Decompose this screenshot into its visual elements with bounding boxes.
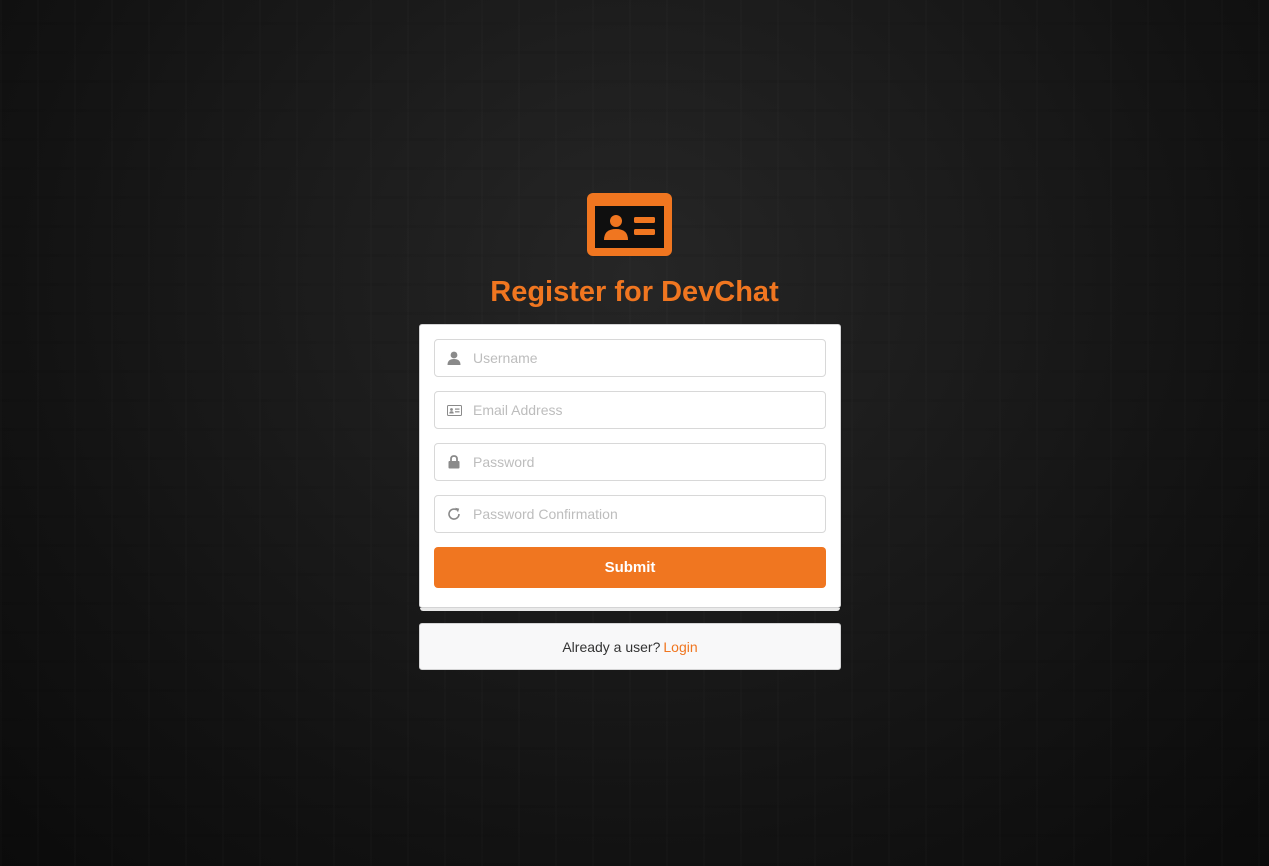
submit-button[interactable]: Submit: [434, 547, 826, 588]
username-input[interactable]: [473, 350, 813, 366]
email-field[interactable]: [434, 391, 826, 429]
password-field[interactable]: [434, 443, 826, 481]
password-confirmation-input[interactable]: [473, 506, 813, 522]
email-input[interactable]: [473, 402, 813, 418]
lock-icon: [435, 444, 473, 480]
id-badge-icon: [435, 392, 473, 428]
id-card-icon: [587, 193, 672, 256]
user-icon: [435, 340, 473, 376]
password-confirmation-field[interactable]: [434, 495, 826, 533]
refresh-icon: [435, 496, 473, 532]
login-message-text: Already a user?: [562, 638, 661, 655]
password-input[interactable]: [473, 454, 813, 470]
login-message: Already a user? Login: [419, 623, 841, 670]
page-title: Register for DevChat: [490, 276, 779, 308]
registration-form: Submit: [419, 324, 841, 611]
login-link[interactable]: Login: [663, 639, 697, 655]
username-field[interactable]: [434, 339, 826, 377]
